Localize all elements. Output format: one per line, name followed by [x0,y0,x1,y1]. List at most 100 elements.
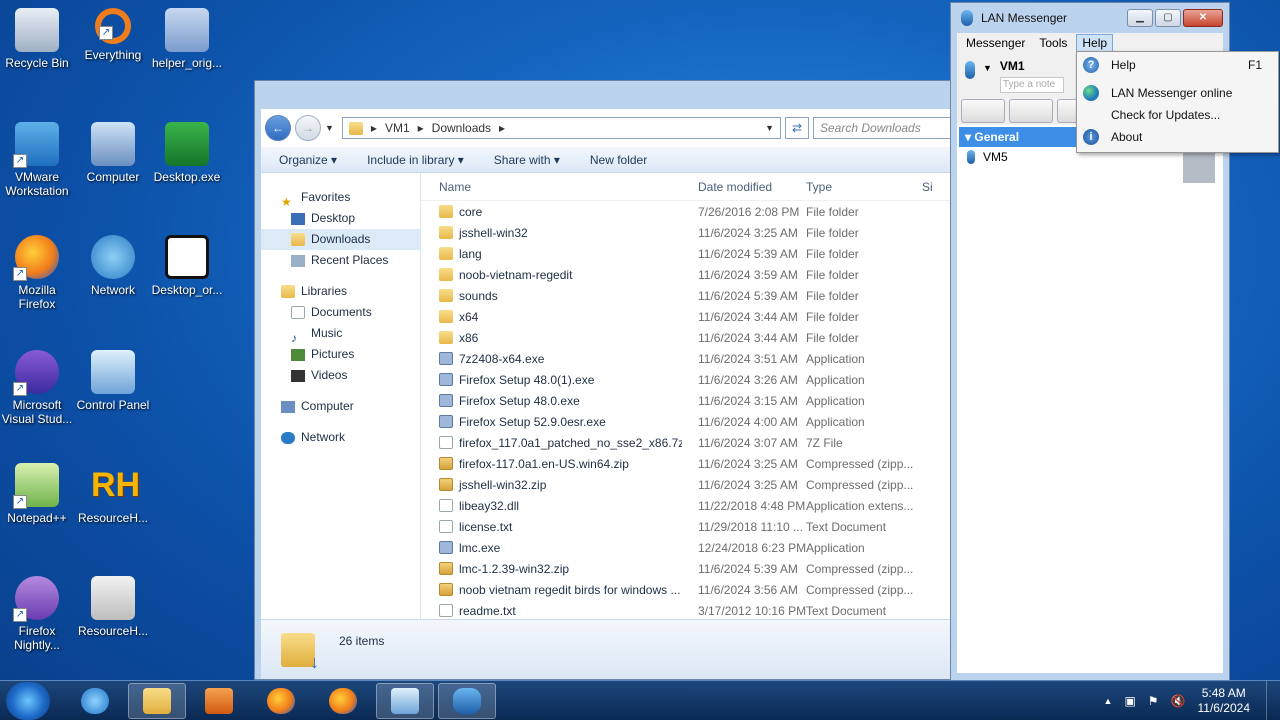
taskbar-explorer[interactable] [128,682,186,719]
status-dropdown-icon[interactable]: ▼ [983,63,992,73]
note-input[interactable]: Type a note [999,77,1064,93]
desktop-icon-network[interactable]: Network [76,235,150,297]
show-desktop-button[interactable] [1266,681,1280,720]
file-row[interactable]: license.txt 11/29/2018 11:10 ... Text Docu… [421,516,953,537]
file-row[interactable]: readme.txt 3/17/2012 10:16 PM Text Documen… [421,600,953,619]
desktop-icon-resourcehacker-2[interactable]: ResourceH... [76,576,150,638]
file-row[interactable]: Firefox Setup 48.0(1).exe 11/6/2024 3:26 … [421,369,953,390]
desktop-icon-visual-studio[interactable]: ↗ Microsoft Visual Stud... [0,350,74,426]
everything-icon: ↗ [95,8,131,44]
desktop-icon-firefox[interactable]: ↗ Mozilla Firefox [0,235,74,311]
file-name-cell: Firefox Setup 52.9.0esr.exe [421,415,682,429]
history-dropdown-icon[interactable]: ▼ [325,123,334,133]
include-in-library-button[interactable]: Include in library ▾ [367,153,464,167]
back-button[interactable]: ← [265,115,291,141]
menu-item-check-updates[interactable]: Check for Updates... [1077,104,1278,126]
file-row[interactable]: libeay32.dll 11/22/2018 4:48 PM Applicatio… [421,495,953,516]
file-name: jsshell-win32 [459,225,528,240]
column-size[interactable]: Si [922,180,933,194]
column-type[interactable]: Type [802,180,922,194]
nav-downloads[interactable]: Downloads [261,229,420,250]
address-dropdown-icon[interactable]: ▼ [765,123,774,133]
taskbar-lan-messenger[interactable] [438,682,496,719]
share-with-button[interactable]: Share with ▾ [494,153,560,167]
clock[interactable]: 5:48 AM 11/6/2024 [1198,686,1251,716]
file-row[interactable]: lang 11/6/2024 5:39 AM File folder [421,243,953,264]
desktop-icon-desktop-exe[interactable]: Desktop.exe [150,122,224,184]
menu-help[interactable]: Help [1076,34,1114,52]
taskbar-firefox-2[interactable] [314,683,372,719]
nav-music[interactable]: ♪ Music [261,323,420,345]
desktop-icon-recycle-bin[interactable]: Recycle Bin [0,8,74,70]
nav-favorites[interactable]: ★ Favorites [261,187,420,209]
file-row[interactable]: noob-vietnam-regedit 11/6/2024 3:59 AM Fil… [421,264,953,285]
start-button[interactable] [6,681,50,720]
desktop-icon-notepadpp[interactable]: ↗ Notepad++ [0,463,74,525]
nav-pictures[interactable]: Pictures [261,344,420,365]
menu-tools[interactable]: Tools [1034,35,1072,51]
file-row[interactable]: lmc.exe 12/24/2018 6:23 PM Application [421,537,953,558]
file-row[interactable]: firefox_117.0a1_patched_no_sse2_x86.7z 11… [421,432,953,453]
nav-computer[interactable]: Computer [261,396,420,417]
nav-videos[interactable]: Videos [261,365,420,386]
file-row[interactable]: core 7/26/2016 2:08 PM File folder [421,201,953,222]
file-row[interactable]: jsshell-win32.zip 11/6/2024 3:25 AM Compre… [421,474,953,495]
file-name: lmc.exe [459,540,501,555]
minimize-button[interactable]: ▁ [1127,9,1153,27]
breadcrumb-vm1[interactable]: VM1 [385,121,410,135]
organize-button[interactable]: Organize ▾ [279,153,337,167]
menu-item-help[interactable]: ? Help F1 [1077,54,1278,76]
breadcrumb-downloads[interactable]: Downloads [432,121,491,135]
close-button[interactable]: ✕ [1183,9,1223,27]
file-row[interactable]: 7z2408-x64.exe 11/6/2024 3:51 AM Applicati… [421,348,953,369]
forward-button[interactable]: → [295,115,321,141]
file-row[interactable]: Firefox Setup 48.0.exe 11/6/2024 3:15 AM A… [421,390,953,411]
desktop-icon-everything[interactable]: ↗ Everything [76,8,150,62]
search-input[interactable]: Search Downloads [813,117,953,139]
refresh-button[interactable]: ⇄ [785,117,809,139]
desktop-icon-control-panel[interactable]: Control Panel [76,350,150,412]
maximize-button[interactable]: ▢ [1155,9,1181,27]
volume-muted-icon[interactable]: 🔇 [1171,694,1186,708]
menu-messenger[interactable]: Messenger [961,35,1030,51]
desktop-icon-computer[interactable]: Computer [76,122,150,184]
status-icon[interactable] [965,61,975,79]
taskbar-control-panel[interactable] [376,682,434,719]
menu-item-online[interactable]: LAN Messenger online [1077,82,1278,104]
desktop-icon-firefox-nightly[interactable]: ↗ Firefox Nightly... [0,576,74,652]
taskbar-ie[interactable] [66,683,124,719]
show-hidden-icons-icon[interactable]: ▲ [1104,696,1113,706]
control-panel-icon [391,687,419,714]
desktop-icon-desktop-or[interactable]: Desktop_or... [150,235,224,297]
file-date: 7/26/2016 2:08 PM [698,204,800,219]
action-center-flag-icon[interactable]: ⚑ [1148,694,1159,708]
file-row[interactable]: lmc-1.2.39-win32.zip 11/6/2024 5:39 AM Com… [421,558,953,579]
taskbar-firefox[interactable] [252,683,310,719]
new-folder-button[interactable]: New folder [590,153,647,167]
file-transfer-button[interactable] [1009,99,1053,123]
desktop-icon-resourcehacker[interactable]: RH ResourceH... [76,463,150,525]
nav-libraries[interactable]: Libraries [261,281,420,302]
broadcast-button[interactable] [961,99,1005,123]
menu-item-about[interactable]: i About [1077,126,1278,148]
nav-network[interactable]: Network [261,427,420,448]
file-row[interactable]: x86 11/6/2024 3:44 AM File folder [421,327,953,348]
network-tray-icon[interactable]: ▣ [1124,694,1135,708]
address-bar[interactable]: ▸ VM1 ▸ Downloads ▸ ▼ [341,117,781,139]
column-name[interactable]: Name [421,180,682,194]
nav-desktop[interactable]: Desktop [261,208,420,229]
desktop-icon-vmware[interactable]: ↗ VMware Workstation [0,122,74,198]
file-row[interactable]: sounds 11/6/2024 5:39 AM File folder [421,285,953,306]
column-date-modified[interactable]: Date modified [682,180,802,194]
file-row[interactable]: jsshell-win32 11/6/2024 3:25 AM File folde… [421,222,953,243]
user-name: VM1 [999,59,1025,73]
nav-recent-places[interactable]: Recent Places [261,250,420,271]
file-row[interactable]: firefox-117.0a1.en-US.win64.zip 11/6/2024… [421,453,953,474]
file-row[interactable]: x64 11/6/2024 3:44 AM File folder [421,306,953,327]
file-row[interactable]: noob vietnam regedit birds for windows .… [421,579,953,600]
file-row[interactable]: Firefox Setup 52.9.0esr.exe 11/6/2024 4:0… [421,411,953,432]
taskbar-media-player[interactable] [190,683,248,719]
nav-documents[interactable]: Documents [261,302,420,323]
shortcut-arrow-icon: ↗ [99,26,113,40]
desktop-icon-helper[interactable]: helper_orig... [150,8,224,70]
